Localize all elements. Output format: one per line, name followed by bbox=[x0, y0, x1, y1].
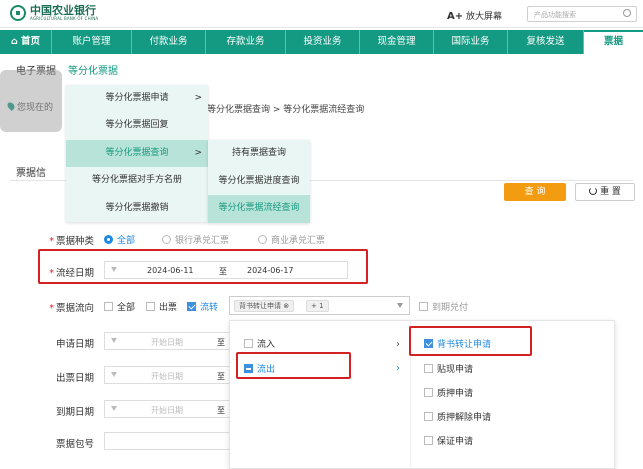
breadcrumb-path: 等分化票据查询 > 等分化票据流经查询 bbox=[207, 105, 365, 115]
due-date-separator: 至 bbox=[217, 406, 225, 415]
apply-date-placeholder: 开始日期 bbox=[151, 338, 183, 347]
highlight-flow-date bbox=[38, 249, 368, 284]
bill-type-bank-radio[interactable]: 银行承兑汇票 bbox=[162, 233, 229, 246]
checkbox-icon bbox=[104, 302, 113, 311]
submenu-progress-query[interactable]: 等分化票据进度查询 bbox=[208, 168, 310, 196]
checkbox-icon bbox=[146, 302, 155, 311]
calendar-dropdown-icon bbox=[111, 372, 117, 377]
bills-menu: 等分化票据申请 > 等分化票据回复 等分化票据查询 > 等分化票据对手方名册 等分化… bbox=[66, 85, 208, 222]
flow-direction-label: * 票据流向 bbox=[49, 303, 94, 314]
more-tags-count: + 1 bbox=[306, 300, 329, 312]
highlight-endorse-transfer bbox=[409, 326, 532, 356]
section-title: 票据信 bbox=[16, 168, 46, 179]
chevron-right-icon[interactable]: › bbox=[396, 339, 400, 350]
issue-date-placeholder: 开始日期 bbox=[151, 372, 183, 381]
apply-date-range[interactable]: 开始日期 至 bbox=[104, 332, 234, 350]
top-bar: 中国农业银行 AGRICULTURAL BANK OF CHINA A+ 放大屏… bbox=[0, 0, 643, 28]
logo-text-en: AGRICULTURAL BANK OF CHINA bbox=[30, 16, 99, 21]
issue-date-separator: 至 bbox=[217, 372, 225, 381]
font-size-icon: A+ bbox=[447, 11, 464, 22]
bill-type-label: * 票据种类 bbox=[49, 236, 94, 247]
issue-date-range[interactable]: 开始日期 至 bbox=[104, 366, 234, 384]
package-no-input[interactable] bbox=[104, 432, 234, 450]
cascader-inflow-option[interactable]: 流入 bbox=[244, 337, 275, 350]
query-submenu: 持有票据查询 等分化票据进度查询 等分化票据流经查询 bbox=[208, 140, 310, 223]
menu-item-query[interactable]: 等分化票据查询 > bbox=[66, 139, 208, 168]
submenu-flow-query[interactable]: 等分化票据流经查询 bbox=[208, 195, 310, 223]
nav-investment[interactable]: 投资业务 bbox=[286, 30, 360, 54]
flow-direction-transfer-checkbox[interactable]: 流转 bbox=[187, 300, 218, 313]
enlarge-screen-button[interactable]: A+ 放大屏幕 bbox=[447, 9, 502, 22]
checkbox-icon bbox=[424, 388, 433, 397]
reset-button[interactable]: 重 置 bbox=[575, 183, 635, 201]
menu-item-apply[interactable]: 等分化票据申请 > bbox=[66, 85, 208, 112]
search-icon[interactable] bbox=[623, 9, 631, 17]
due-date-range[interactable]: 开始日期 至 bbox=[104, 400, 234, 418]
chevron-right-icon: > bbox=[194, 147, 202, 158]
flow-direction-issue-checkbox[interactable]: 出票 bbox=[146, 300, 177, 313]
nav-review-send[interactable]: 复核发送 bbox=[508, 30, 584, 54]
chevron-down-icon bbox=[397, 303, 403, 308]
radio-icon bbox=[258, 235, 267, 244]
nav-payment[interactable]: 付款业务 bbox=[132, 30, 206, 54]
apply-date-separator: 至 bbox=[217, 338, 225, 347]
logo-icon bbox=[10, 5, 26, 21]
checkbox-icon bbox=[424, 436, 433, 445]
due-payment-checkbox[interactable]: 到期兑付 bbox=[419, 300, 468, 313]
radio-icon bbox=[162, 235, 171, 244]
query-button[interactable]: 查 询 bbox=[504, 183, 566, 201]
due-date-label: 到期日期 bbox=[55, 407, 94, 418]
checkbox-icon bbox=[419, 302, 428, 311]
calendar-dropdown-icon bbox=[111, 406, 117, 411]
chevron-right-icon[interactable]: › bbox=[396, 363, 400, 374]
menu-item-reply[interactable]: 等分化票据回复 bbox=[66, 112, 208, 139]
chevron-right-icon: > bbox=[194, 93, 202, 103]
nav-home[interactable]: ⌂ 首页 bbox=[0, 30, 52, 54]
flow-direction-all-checkbox[interactable]: 全部 bbox=[104, 300, 135, 313]
selected-tag[interactable]: 背书转让申请 ⊗ bbox=[234, 300, 295, 312]
highlight-outflow bbox=[236, 352, 351, 379]
nav-account[interactable]: 账户管理 bbox=[52, 30, 132, 54]
checkbox-icon bbox=[424, 364, 433, 373]
bank-logo[interactable]: 中国农业银行 AGRICULTURAL BANK OF CHINA bbox=[10, 5, 98, 21]
checkbox-icon bbox=[424, 412, 433, 421]
refresh-icon bbox=[589, 187, 598, 195]
checkbox-icon bbox=[244, 339, 253, 348]
cascader-pledge-release-option[interactable]: 质押解除申请 bbox=[424, 410, 491, 423]
nav-international[interactable]: 国际业务 bbox=[434, 30, 508, 54]
nav-bills[interactable]: 票据 bbox=[584, 30, 643, 54]
cascader-guarantee-option[interactable]: 保证申请 bbox=[424, 434, 473, 447]
menu-item-counterparty-list[interactable]: 等分化票据对手方名册 bbox=[66, 167, 208, 194]
due-date-placeholder: 开始日期 bbox=[151, 406, 183, 415]
logo-text-cn: 中国农业银行 bbox=[30, 4, 96, 17]
transfer-type-select[interactable]: 背书转让申请 ⊗ + 1 bbox=[229, 296, 410, 315]
package-no-label: 票据包号 bbox=[55, 439, 94, 450]
bill-type-all-radio[interactable]: 全部 bbox=[104, 233, 135, 246]
main-nav: ⌂ 首页 账户管理 付款业务 存款业务 投资业务 现金管理 国际业务 复核发送 … bbox=[0, 30, 643, 54]
issue-date-label: 出票日期 bbox=[55, 373, 94, 384]
search-placeholder: 产品功能搜索 bbox=[534, 11, 576, 19]
subnav-equal-division-bills[interactable]: 等分化票据 bbox=[68, 66, 118, 77]
nav-cash[interactable]: 现金管理 bbox=[360, 30, 434, 54]
menu-item-revoke[interactable]: 等分化票据撤销 bbox=[66, 195, 208, 222]
apply-date-label: 申请日期 bbox=[55, 339, 94, 350]
overlay-cursor-box bbox=[0, 70, 62, 132]
submenu-holding-query[interactable]: 持有票据查询 bbox=[208, 140, 310, 168]
search-input[interactable]: 产品功能搜索 bbox=[527, 6, 637, 22]
checkbox-checked-icon bbox=[187, 302, 196, 311]
cascader-pledge-option[interactable]: 质押申请 bbox=[424, 386, 473, 399]
cascader-discount-option[interactable]: 贴现申请 bbox=[424, 362, 473, 375]
nav-deposit[interactable]: 存款业务 bbox=[206, 30, 286, 54]
calendar-dropdown-icon bbox=[111, 338, 117, 343]
enlarge-screen-label: 放大屏幕 bbox=[466, 12, 503, 22]
radio-checked-icon bbox=[104, 235, 113, 244]
bill-type-commercial-radio[interactable]: 商业承兑汇票 bbox=[258, 233, 325, 246]
